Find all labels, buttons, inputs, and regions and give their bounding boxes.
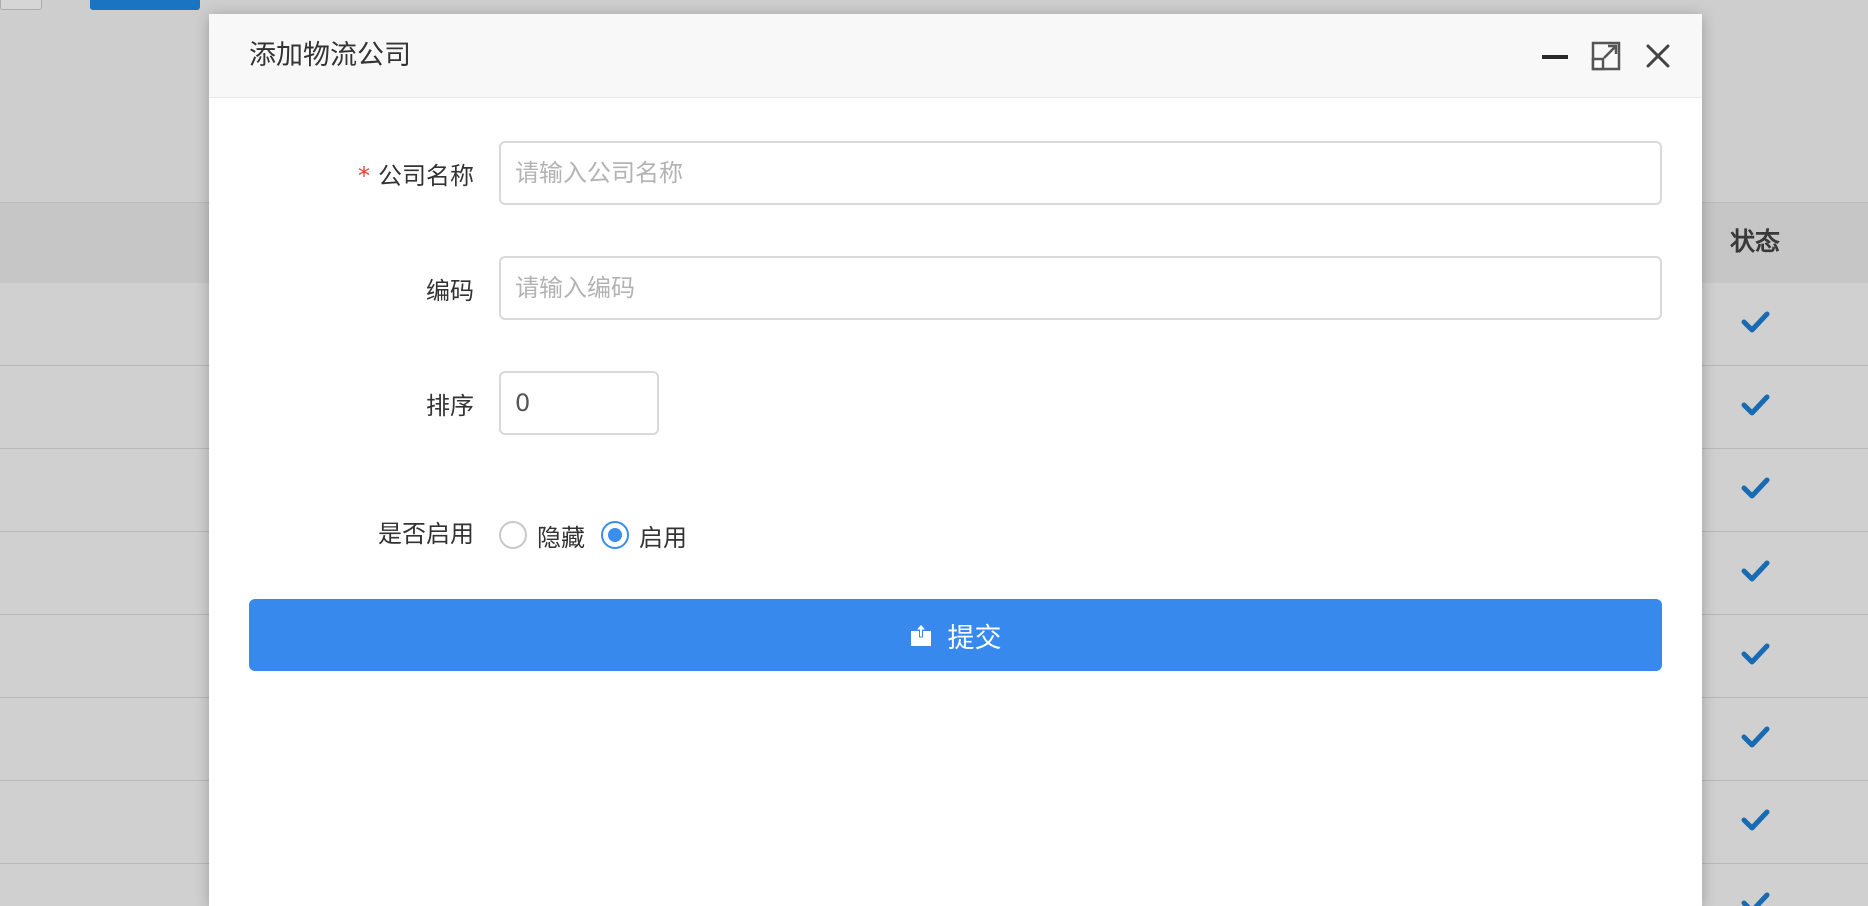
upload-icon [910,623,931,646]
enabled-label-cell: 是否启用 [249,499,474,561]
sort-label-cell: 排序 [249,371,474,433]
code-label-cell: 编码 [249,256,474,318]
minimize-icon[interactable] [1536,38,1572,74]
radio-button[interactable] [499,521,527,549]
company-name-label: * 公司名称 [358,162,474,190]
add-logistics-company-dialog: 添加物流公司 *公司名称 编码 排序 是否启用 隐藏 [209,14,1702,906]
sort-label: 排序 [426,392,474,420]
radio-option-hide[interactable]: 隐藏 [499,518,585,553]
company-name-input[interactable] [499,141,1662,205]
submit-label: 提交 [947,622,1002,654]
close-icon[interactable] [1640,38,1676,74]
radio-option-enable[interactable]: 启用 [601,518,687,553]
radio-button-checked[interactable] [601,521,629,549]
enabled-radio-group: 隐藏 启用 [499,517,703,553]
sort-input[interactable] [499,371,659,435]
dialog-title: 添加物流公司 [249,40,411,71]
dialog-header: 添加物流公司 [209,14,1702,98]
radio-label-hide: 隐藏 [537,523,585,552]
submit-button[interactable]: 提交 [249,599,1662,671]
code-label: 编码 [426,277,474,305]
enabled-label: 是否启用 [378,520,474,548]
maximize-icon[interactable] [1588,38,1624,74]
company-name-label-cell: * 公司名称 [249,141,474,203]
code-input[interactable] [499,256,1662,320]
required-mark: * [358,162,370,190]
radio-label-enable: 启用 [639,523,687,552]
